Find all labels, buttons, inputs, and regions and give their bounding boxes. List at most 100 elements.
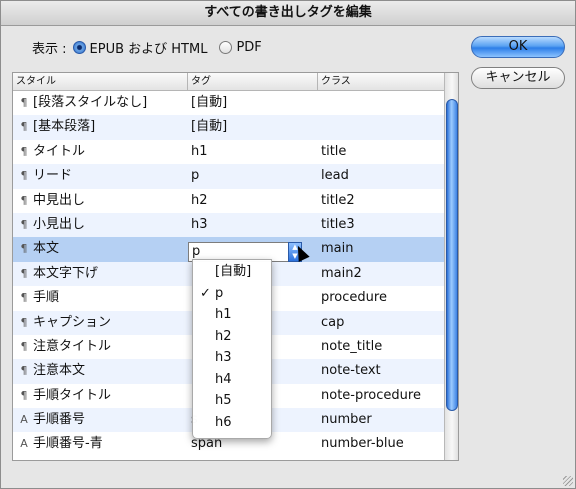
style-name: 中見出し — [33, 192, 86, 208]
class-cell[interactable]: title — [321, 140, 346, 164]
paragraph-icon: ¶ — [20, 217, 28, 231]
paragraph-icon: ¶ — [20, 193, 28, 207]
header-tag[interactable]: タグ — [188, 73, 318, 90]
paragraph-icon: ¶ — [20, 266, 28, 280]
class-cell[interactable]: cap — [321, 311, 344, 335]
dialog-title: すべての書き出しタグを編集 — [1, 1, 575, 26]
style-name: キャプション — [33, 314, 112, 330]
menu-item-label: h3 — [215, 350, 232, 365]
cancel-button[interactable]: キャンセル — [471, 67, 565, 89]
display-options: 表示 : EPUB および HTML PDF — [32, 37, 268, 57]
menu-item[interactable]: h6 — [193, 412, 271, 434]
character-icon: A — [20, 437, 28, 451]
style-name: 注意タイトル — [33, 338, 112, 354]
class-cell[interactable]: number — [321, 408, 372, 432]
table-row[interactable]: ¶ タイトル h1 title — [13, 140, 444, 164]
scrollbar-thumb[interactable] — [446, 99, 458, 411]
paragraph-icon: ¶ — [20, 96, 28, 109]
class-cell[interactable]: title2 — [321, 189, 355, 213]
class-cell[interactable]: note-procedure — [321, 384, 421, 408]
style-cell: ¶ リード — [18, 164, 73, 188]
class-cell[interactable]: procedure — [321, 286, 387, 310]
tag-cell[interactable]: p — [191, 164, 199, 188]
class-cell[interactable]: number-blue — [321, 432, 404, 456]
checkmark-icon: ✓ — [200, 285, 211, 301]
vertical-scrollbar[interactable] — [444, 73, 458, 460]
tag-cell[interactable]: [自動] — [191, 115, 227, 139]
paragraph-icon: ¶ — [20, 120, 28, 134]
class-cell[interactable]: lead — [321, 164, 349, 188]
style-cell: ¶ [段落スタイルなし] — [18, 91, 148, 115]
tag-cell[interactable]: h2 — [191, 189, 208, 213]
style-cell: ¶ 本文字下げ — [18, 262, 99, 286]
tag-cell[interactable]: h3 — [191, 213, 208, 237]
menu-item-label: h4 — [215, 371, 232, 387]
tag-select-value: p — [192, 244, 201, 259]
menu-item[interactable]: [自動] — [193, 261, 271, 283]
style-cell: ¶ キャプション — [18, 311, 112, 335]
tag-cell[interactable]: [自動] — [191, 91, 227, 115]
tag-dropdown-menu: [自動] ✓ p h1 h2 h3 h4 h5 h6 — [192, 259, 272, 439]
menu-item-label: h6 — [215, 414, 232, 430]
menu-item-label: h2 — [215, 328, 232, 344]
style-name: タイトル — [33, 143, 86, 159]
epub-html-label[interactable]: EPUB および HTML — [90, 38, 208, 57]
style-name: 手順タイトル — [33, 387, 112, 403]
menu-item[interactable]: h3 — [193, 347, 271, 369]
style-cell: ¶ タイトル — [18, 140, 86, 164]
menu-item[interactable]: h5 — [193, 390, 271, 412]
header-style[interactable]: スタイル — [13, 73, 188, 90]
menu-item[interactable]: ✓ p — [193, 283, 271, 305]
display-label: 表示 : — [32, 41, 67, 57]
paragraph-icon: ¶ — [20, 291, 28, 305]
style-name: 手順番号 — [33, 412, 86, 428]
style-name: リード — [33, 168, 73, 184]
style-cell: ¶ 手順タイトル — [18, 384, 112, 408]
character-icon: A — [20, 413, 28, 427]
style-name: 小見出し — [33, 216, 86, 232]
resize-grip-icon[interactable] — [563, 476, 573, 486]
style-name: [段落スタイルなし] — [33, 95, 148, 110]
menu-item[interactable]: h2 — [193, 326, 271, 348]
class-cell[interactable]: title3 — [321, 213, 355, 237]
style-cell: ¶ 小見出し — [18, 213, 86, 237]
pdf-label[interactable]: PDF — [236, 40, 261, 55]
menu-item-label: h1 — [215, 307, 232, 322]
menu-item-label: p — [215, 285, 224, 301]
paragraph-icon: ¶ — [20, 364, 28, 378]
style-name: 注意本文 — [33, 363, 86, 379]
paragraph-icon: ¶ — [20, 339, 28, 353]
style-cell: ¶ 手順 — [18, 286, 60, 310]
menu-item-label: h5 — [215, 393, 232, 408]
style-cell: ¶ 中見出し — [18, 189, 86, 213]
paragraph-icon: ¶ — [20, 315, 28, 329]
style-name: 本文 — [33, 241, 60, 257]
style-cell: A 手順番号-青 — [18, 432, 102, 456]
tag-cell[interactable]: h1 — [191, 140, 208, 164]
style-cell: ¶ 本文 — [18, 237, 60, 261]
paragraph-icon: ¶ — [20, 169, 28, 183]
paragraph-icon: ¶ — [20, 144, 28, 158]
header-class[interactable]: クラス — [318, 73, 444, 90]
menu-item[interactable]: h1 — [193, 304, 271, 326]
table-row[interactable]: ¶ 中見出し h2 title2 — [13, 189, 444, 213]
style-cell: A 手順番号 — [18, 408, 85, 432]
class-cell[interactable]: note-text — [321, 359, 381, 383]
menu-item[interactable]: h4 — [193, 369, 271, 391]
table-row[interactable]: ¶ リード p lead — [13, 164, 444, 189]
table-row[interactable]: ¶ 小見出し h3 title3 — [13, 212, 444, 238]
epub-html-radio[interactable] — [72, 40, 86, 54]
edit-all-export-tags-dialog: すべての書き出しタグを編集 表示 : EPUB および HTML PDF OK … — [0, 0, 576, 489]
style-cell: ¶ 注意本文 — [18, 359, 86, 383]
class-cell[interactable]: main — [321, 237, 353, 261]
paragraph-icon: ¶ — [20, 388, 28, 402]
class-cell[interactable]: note_title — [321, 335, 382, 359]
table-row[interactable]: ¶ [段落スタイルなし] [自動] — [13, 91, 444, 115]
class-cell[interactable]: main2 — [321, 262, 362, 286]
pdf-radio[interactable] — [219, 40, 233, 54]
paragraph-icon: ¶ — [20, 242, 28, 256]
style-cell: ¶ [基本段落] — [18, 115, 96, 139]
style-cell: ¶ 注意タイトル — [18, 335, 112, 359]
table-row[interactable]: ¶ [基本段落] [自動] — [13, 115, 444, 140]
ok-button[interactable]: OK — [471, 36, 565, 58]
